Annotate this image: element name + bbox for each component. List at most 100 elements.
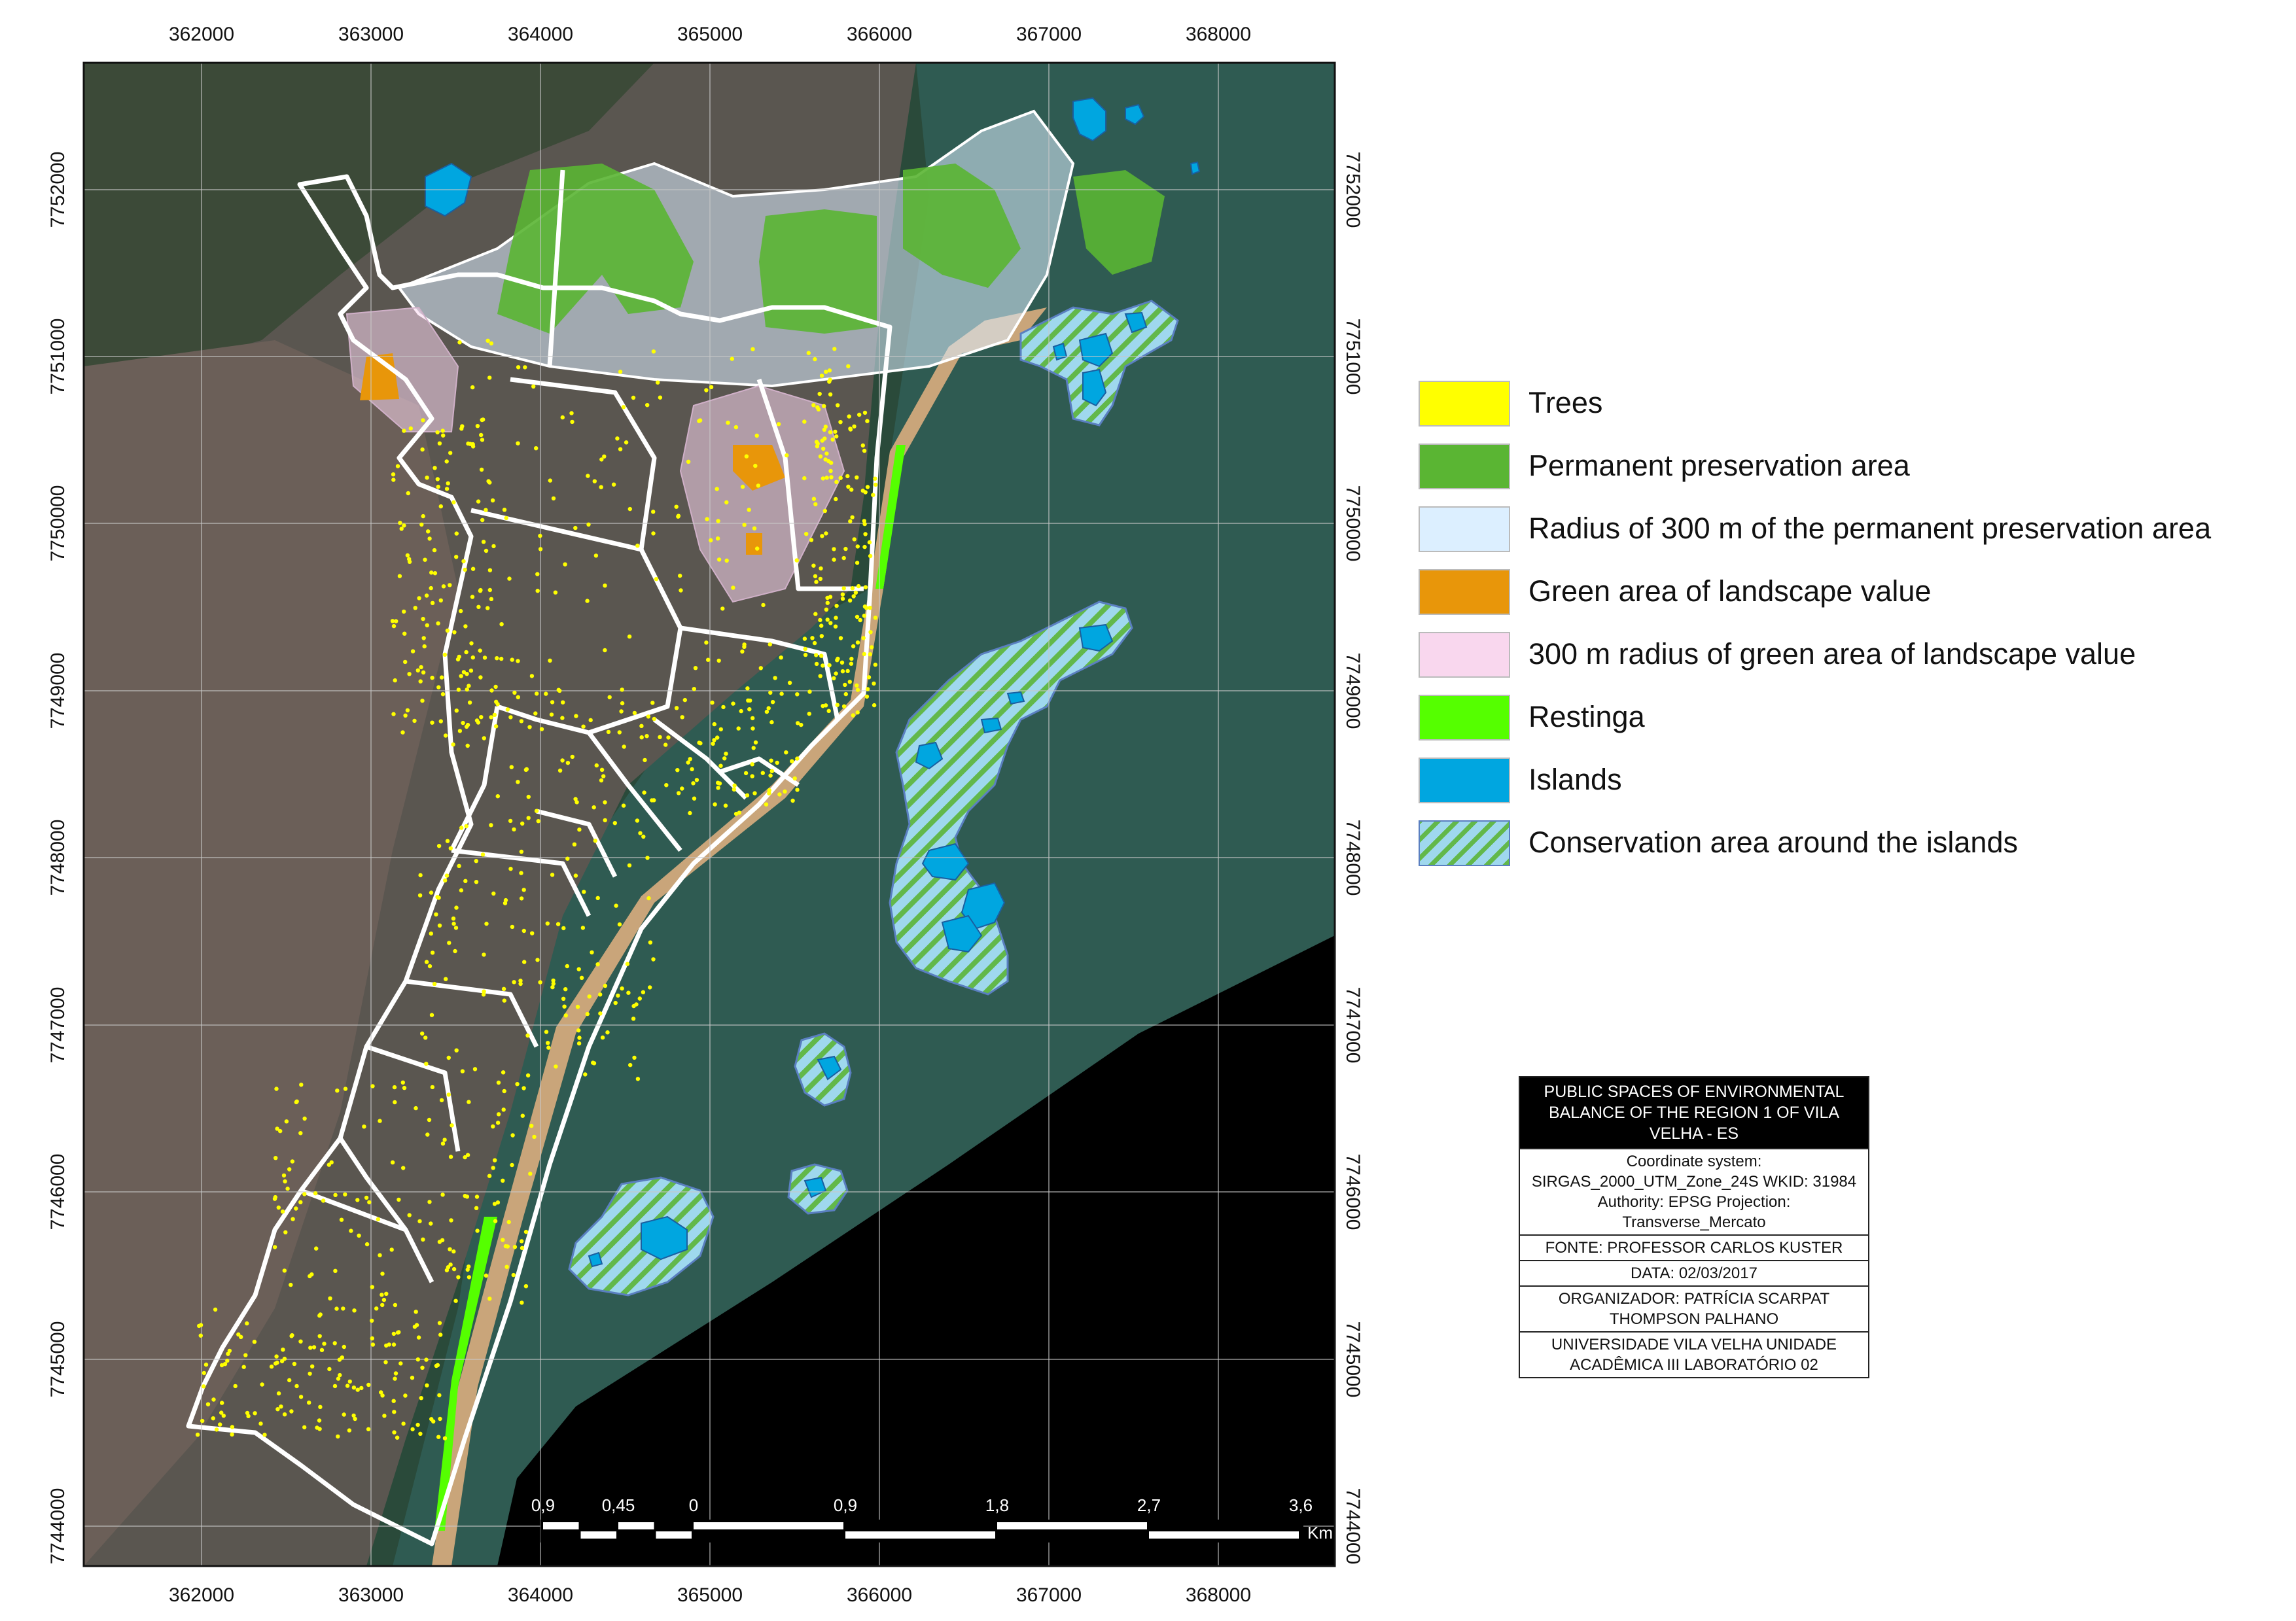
tree-point bbox=[444, 873, 450, 878]
tree-point bbox=[236, 1332, 241, 1337]
tree-point bbox=[437, 1240, 442, 1244]
tree-point bbox=[497, 1112, 501, 1117]
tree-point bbox=[570, 419, 574, 425]
tree-point bbox=[487, 1174, 492, 1178]
legend-label: Green area of landscape value bbox=[1528, 574, 1932, 608]
tree-point bbox=[298, 1339, 303, 1344]
tree-point bbox=[197, 1323, 202, 1329]
tree-point bbox=[370, 1342, 376, 1347]
tree-point bbox=[414, 1106, 418, 1111]
tree-point bbox=[424, 593, 429, 598]
tree-point bbox=[391, 472, 396, 477]
tree-point bbox=[715, 487, 719, 491]
tree-point bbox=[448, 846, 453, 851]
tree-point bbox=[425, 623, 429, 628]
tree-point bbox=[599, 457, 604, 462]
tree-point bbox=[484, 548, 489, 553]
tree-point bbox=[807, 689, 812, 694]
tree-point bbox=[384, 1291, 389, 1297]
tree-point bbox=[420, 1031, 425, 1036]
tree-point bbox=[479, 467, 484, 472]
tree-point bbox=[511, 1272, 516, 1278]
tree-point bbox=[403, 659, 408, 665]
tree-point bbox=[710, 700, 715, 705]
tree-point bbox=[401, 1421, 406, 1426]
tree-point bbox=[405, 708, 410, 713]
tree-point bbox=[432, 981, 437, 986]
tree-point bbox=[521, 888, 526, 892]
tree-point bbox=[287, 1167, 292, 1172]
tree-point bbox=[412, 1325, 417, 1329]
tree-point bbox=[332, 1384, 338, 1389]
tree-point bbox=[222, 1362, 228, 1367]
tree-point bbox=[442, 1138, 447, 1142]
tree-point bbox=[314, 1246, 319, 1251]
tree-point bbox=[848, 519, 853, 524]
tree-point bbox=[851, 594, 856, 599]
tree-point bbox=[616, 993, 620, 998]
tree-point bbox=[706, 657, 711, 662]
tree-point bbox=[502, 998, 506, 1003]
tree-point bbox=[243, 1353, 248, 1357]
tree-point bbox=[839, 660, 845, 665]
tree-point bbox=[569, 411, 574, 415]
tree-point bbox=[430, 1085, 435, 1090]
tree-point bbox=[603, 584, 607, 588]
tree-point bbox=[435, 430, 440, 435]
tree-point bbox=[758, 666, 764, 671]
tree-point bbox=[444, 977, 448, 981]
tree-point bbox=[855, 640, 860, 645]
tree-point bbox=[390, 619, 395, 623]
tree-point bbox=[429, 1417, 434, 1421]
tree-point bbox=[627, 634, 632, 639]
tree-point bbox=[745, 793, 750, 798]
tree-point bbox=[426, 529, 431, 534]
tree-point bbox=[520, 821, 525, 826]
tree-point bbox=[393, 1376, 397, 1381]
tree-point bbox=[651, 531, 656, 536]
tree-point bbox=[402, 1085, 407, 1090]
tree-point bbox=[299, 1083, 304, 1087]
legend-swatch bbox=[1419, 695, 1510, 741]
x-tick-label: 364000 bbox=[508, 1584, 573, 1606]
tree-point bbox=[451, 921, 456, 926]
tree-point bbox=[436, 844, 442, 848]
tree-point bbox=[279, 1359, 285, 1364]
tree-point bbox=[439, 675, 444, 680]
tree-point bbox=[495, 794, 500, 799]
tree-point bbox=[337, 1357, 342, 1362]
tree-point bbox=[512, 690, 517, 695]
tree-point bbox=[489, 688, 494, 693]
tree-point bbox=[621, 405, 626, 410]
tree-point bbox=[429, 932, 433, 936]
legend-item: 300 m radius of green area of landscape … bbox=[1419, 625, 2289, 688]
tree-point bbox=[739, 708, 743, 714]
tree-point bbox=[592, 805, 596, 810]
tree-point bbox=[507, 576, 512, 581]
tree-point bbox=[574, 714, 578, 718]
tree-point bbox=[795, 756, 800, 761]
tree-point bbox=[484, 508, 488, 512]
tree-point bbox=[818, 454, 823, 459]
tree-point bbox=[851, 713, 856, 718]
tree-point bbox=[501, 1070, 506, 1075]
tree-point bbox=[790, 798, 795, 803]
tree-point bbox=[451, 742, 455, 747]
tree-point bbox=[847, 680, 853, 684]
tree-point bbox=[489, 823, 493, 828]
tree-point bbox=[400, 730, 405, 735]
tree-point bbox=[200, 1418, 205, 1423]
tree-point bbox=[637, 996, 642, 1001]
tree-point bbox=[645, 403, 650, 408]
tree-point bbox=[599, 485, 603, 489]
tree-point bbox=[214, 1427, 219, 1432]
tree-point bbox=[392, 1410, 397, 1414]
tree-point bbox=[833, 624, 838, 629]
tree-point bbox=[622, 744, 626, 749]
tree-point bbox=[828, 595, 833, 599]
tree-point bbox=[747, 508, 751, 512]
scale-label: 1,8 bbox=[985, 1495, 1009, 1515]
tree-point bbox=[336, 1376, 341, 1381]
tree-point bbox=[420, 447, 425, 452]
tree-point bbox=[482, 736, 486, 741]
